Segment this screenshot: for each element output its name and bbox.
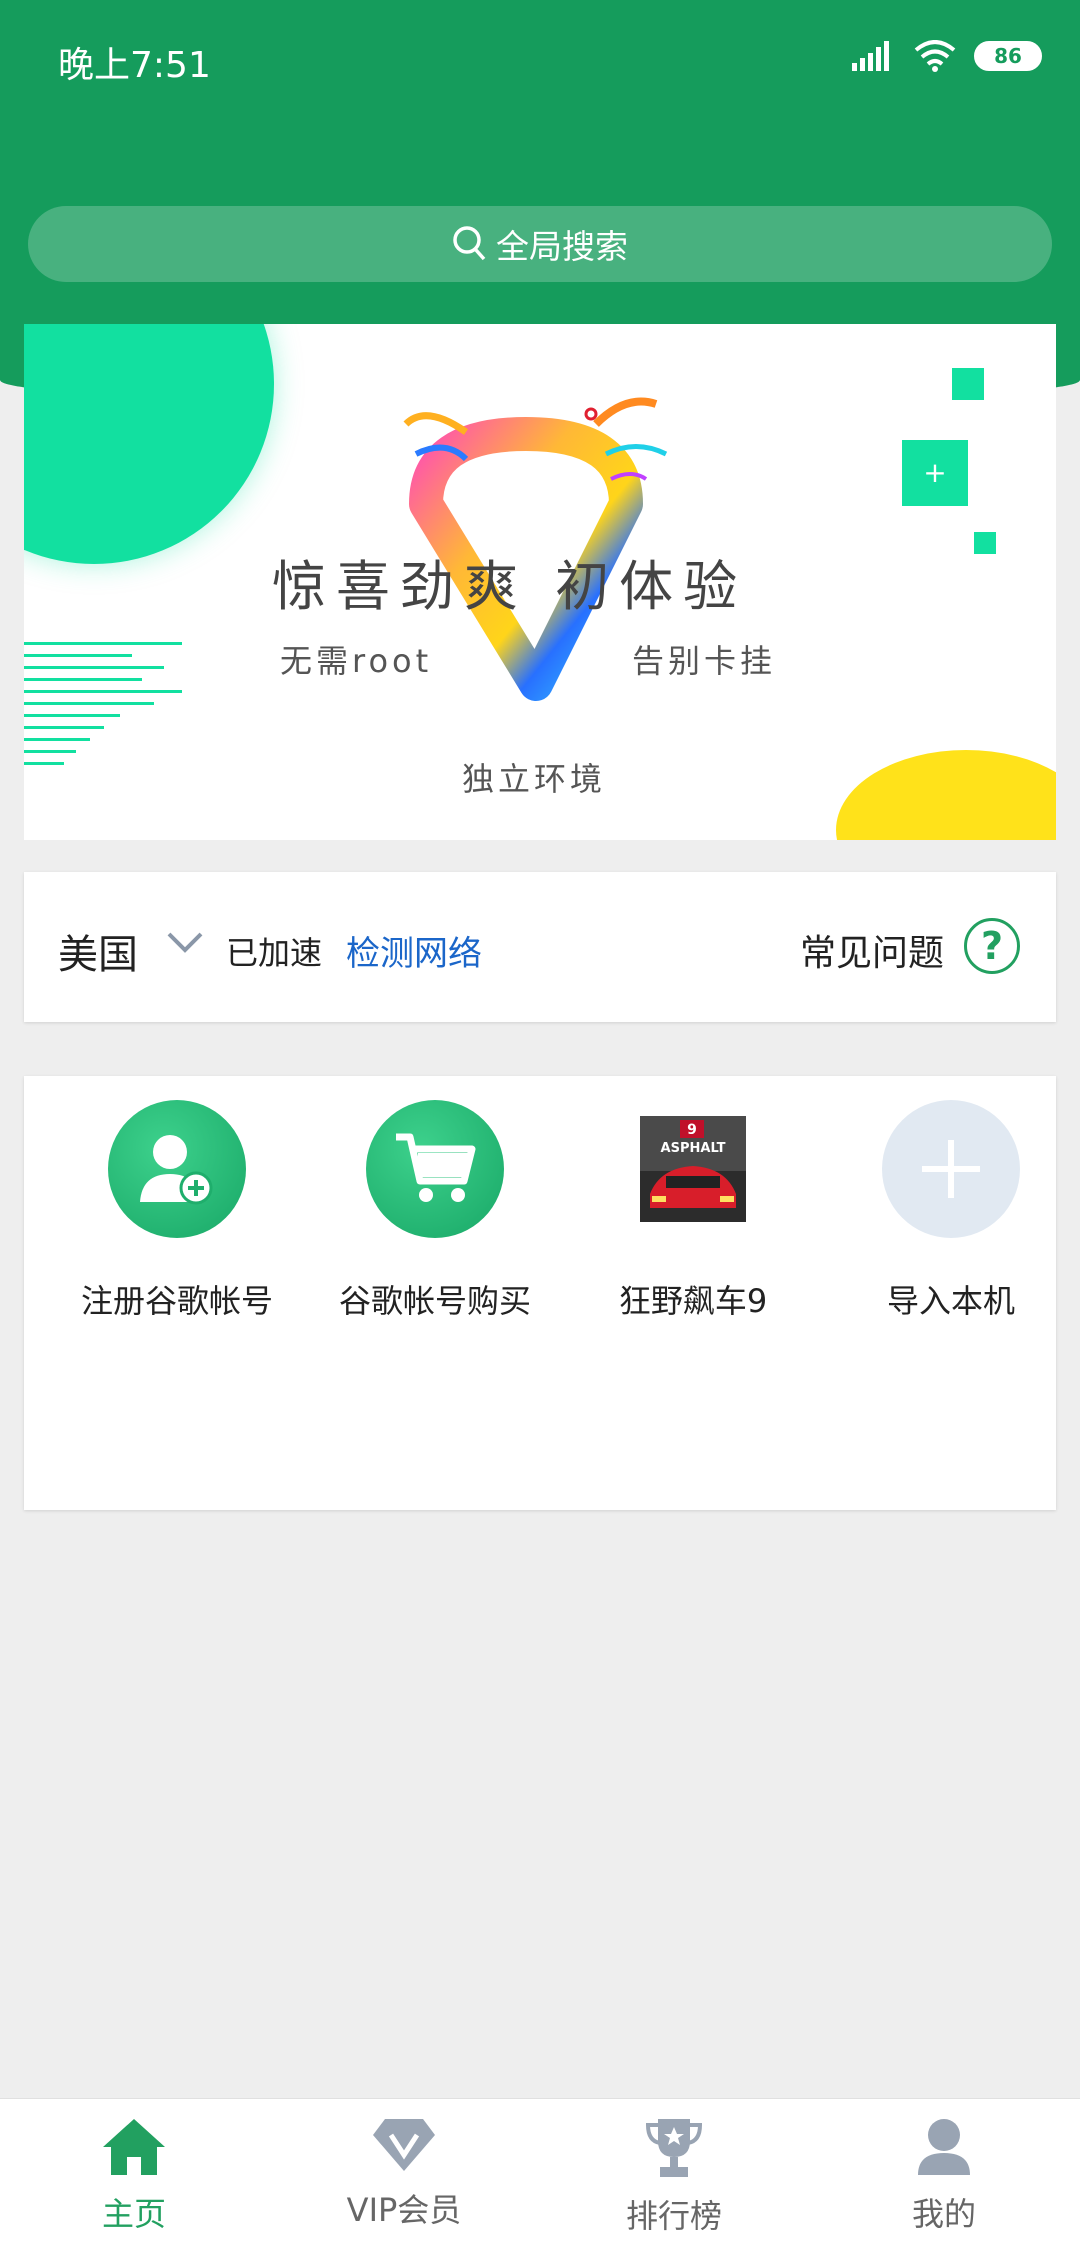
search-placeholder: 全局搜索 <box>496 227 628 266</box>
faq-link[interactable]: 常见问题 <box>800 924 944 976</box>
bottom-navigation: 主页 VIP会员 排行榜 我的 <box>0 2098 1080 2248</box>
banner-title: 惊喜劲爽 初体验 <box>272 555 748 618</box>
banner-decor-lines <box>24 642 182 774</box>
nav-label: VIP会员 <box>346 2191 462 2229</box>
nav-vip[interactable]: VIP会员 <box>304 2117 504 2231</box>
app-import-local[interactable]: 导入本机 <box>836 1100 1066 1322</box>
nav-ranking[interactable]: 排行榜 <box>574 2117 774 2237</box>
wifi-icon <box>914 40 956 72</box>
game-title: ASPHALT <box>661 1141 726 1156</box>
plus-icon <box>882 1100 1020 1238</box>
home-icon <box>103 2119 165 2175</box>
signal-icon <box>852 41 889 71</box>
banner-text-no-lag: 告别卡挂 <box>632 642 777 680</box>
battery-indicator: 86 <box>974 41 1042 71</box>
nav-label: 排行榜 <box>625 2197 722 2235</box>
status-time: 晚上7:51 <box>58 45 211 86</box>
banner-decor-square <box>952 368 984 400</box>
detect-network-link[interactable]: 检测网络 <box>346 926 482 975</box>
app-asphalt-9[interactable]: 9 ASPHALT 狂野飙车9 <box>578 1100 808 1322</box>
chevron-down-icon[interactable] <box>166 930 204 954</box>
banner-decor-plus-square: + <box>902 440 968 506</box>
app-register-google[interactable]: 注册谷歌帐号 <box>62 1100 292 1322</box>
global-search-bar[interactable]: 全局搜索 <box>28 206 1052 282</box>
question-icon[interactable]: ? <box>964 918 1020 974</box>
banner-decor-yellow <box>836 750 1056 840</box>
app-label: 谷歌帐号购买 <box>338 1282 531 1320</box>
banner-decor-circle <box>24 324 274 564</box>
cart-icon <box>366 1100 504 1238</box>
banner-decor-square-small <box>974 532 996 554</box>
promo-banner[interactable]: + 惊喜劲爽 初体验 无需root 告别卡挂 独立环境 <box>24 324 1056 840</box>
vip-diamond-icon <box>373 2119 435 2171</box>
nav-mine[interactable]: 我的 <box>844 2117 1044 2235</box>
country-selector[interactable]: 美国 <box>58 922 138 980</box>
person-icon <box>918 2119 970 2175</box>
banner-text-no-root: 无需root <box>280 642 433 680</box>
search-icon <box>453 226 486 261</box>
apps-card: 注册谷歌帐号 谷歌帐号购买 9 ASPHALT 狂野飙车9 导入本机 <box>24 1076 1056 1510</box>
app-label: 注册谷歌帐号 <box>80 1282 273 1320</box>
network-card: 美国 已加速 检测网络 常见问题 ? <box>24 872 1056 1022</box>
trophy-icon <box>645 2119 703 2177</box>
accel-status: 已加速 <box>226 934 323 972</box>
banner-text-isolated: 独立环境 <box>462 760 607 798</box>
asphalt-game-icon: 9 ASPHALT <box>624 1100 762 1238</box>
nav-label: 我的 <box>911 2195 976 2233</box>
status-bar: 晚上7:51 86 <box>0 0 1080 120</box>
add-user-icon <box>108 1100 246 1238</box>
game-badge: 9 <box>687 1122 697 1138</box>
status-icons: 86 <box>852 40 1042 72</box>
app-label: 导入本机 <box>886 1282 1015 1320</box>
nav-home[interactable]: 主页 <box>34 2117 234 2235</box>
app-label: 狂野飙车9 <box>618 1282 768 1320</box>
app-buy-google-account[interactable]: 谷歌帐号购买 <box>320 1100 550 1322</box>
nav-label: 主页 <box>101 2195 166 2233</box>
